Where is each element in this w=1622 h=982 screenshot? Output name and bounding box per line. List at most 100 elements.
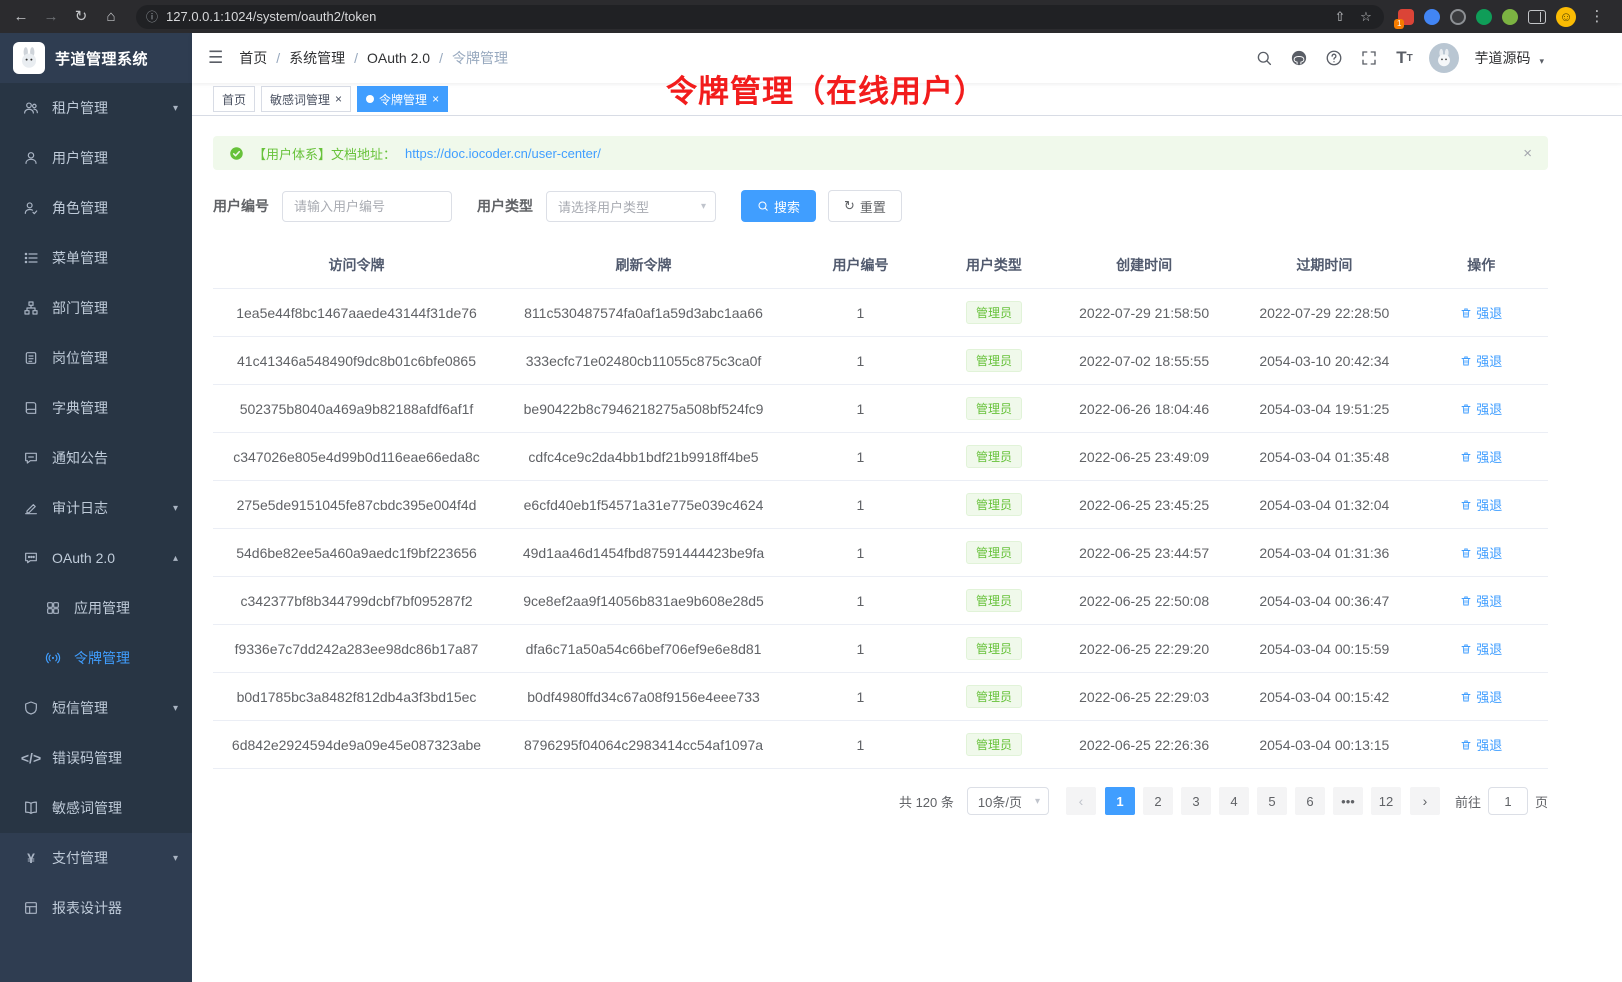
sidebar-item-oauth[interactable]: OAuth 2.0 ▴ <box>0 533 192 583</box>
sidebar-item-role[interactable]: 角色管理 <box>0 183 192 233</box>
action-cell: 强退 <box>1414 351 1548 370</box>
column-header: 访问令牌 <box>213 242 500 288</box>
sidebar-item-label: 部门管理 <box>52 298 178 318</box>
force-logout-button[interactable]: 强退 <box>1460 447 1502 466</box>
sidebar-item-sms[interactable]: 短信管理 ▾ <box>0 683 192 733</box>
sidebar-item-error-code[interactable]: </> 错误码管理 <box>0 733 192 783</box>
sidebar-item-menu[interactable]: 菜单管理 <box>0 233 192 283</box>
sidebar-item-post[interactable]: 岗位管理 <box>0 333 192 383</box>
access-token-cell: 6d842e2924594de9a09e45e087323abe <box>213 737 500 753</box>
refresh-token-cell: be90422b8c7946218275a508bf524fc9 <box>500 401 787 417</box>
sidebar-item-label: 支付管理 <box>52 848 173 868</box>
expire-time-cell: 2022-07-29 22:28:50 <box>1234 305 1414 321</box>
username[interactable]: 芋道源码 <box>1474 48 1530 68</box>
browser-forward-icon[interactable]: → <box>40 9 62 24</box>
action-cell: 强退 <box>1414 735 1548 754</box>
user-id-input[interactable] <box>282 191 452 222</box>
page-tab[interactable]: 令牌管理 × <box>357 86 448 112</box>
browser-refresh-icon[interactable]: ↻ <box>70 9 92 24</box>
breadcrumb-item[interactable]: OAuth 2.0 <box>367 50 430 66</box>
browser-back-icon[interactable]: ← <box>10 9 32 24</box>
extension-icon[interactable] <box>1476 9 1492 25</box>
page-size-select[interactable]: 10条/页 ▾ <box>967 787 1049 815</box>
sidebar-item-report-designer[interactable]: 报表设计器 <box>0 883 192 933</box>
browser-address-bar[interactable]: ⓘ 127.0.0.1:1024/system/oauth2/token ⇧ ☆ <box>136 5 1384 29</box>
app-title: 芋道管理系统 <box>55 48 148 69</box>
sidebar-item-label: 用户管理 <box>52 148 178 168</box>
sidebar-item-dictionary[interactable]: 字典管理 <box>0 383 192 433</box>
user-type-select[interactable]: 请选择用户类型 ▾ <box>546 191 716 222</box>
page-number-button[interactable]: 3 <box>1181 787 1211 815</box>
chevron-down-icon[interactable]: ▾ <box>1539 56 1544 73</box>
share-icon[interactable]: ⇧ <box>1332 10 1348 23</box>
help-icon[interactable] <box>1324 48 1344 68</box>
sidebar-item-user[interactable]: 用户管理 <box>0 133 192 183</box>
browser-profile-avatar[interactable]: ☺ <box>1556 7 1576 27</box>
browser-home-icon[interactable]: ⌂ <box>100 9 122 24</box>
page-number-button[interactable]: 6 <box>1295 787 1325 815</box>
sidebar-item-department[interactable]: 部门管理 <box>0 283 192 333</box>
force-logout-button[interactable]: 强退 <box>1460 591 1502 610</box>
reset-button[interactable]: ↻ 重置 <box>828 190 902 222</box>
force-logout-button[interactable]: 强退 <box>1460 399 1502 418</box>
page-number-button[interactable]: 2 <box>1143 787 1173 815</box>
sidebar-item-audit-log[interactable]: 审计日志 ▾ <box>0 483 192 533</box>
page-number-button[interactable]: 5 <box>1257 787 1287 815</box>
sidebar-item-notice[interactable]: 通知公告 <box>0 433 192 483</box>
page-tab[interactable]: 首页 <box>213 86 255 112</box>
breadcrumb-item[interactable]: 系统管理 <box>289 48 345 68</box>
github-icon[interactable] <box>1289 48 1309 68</box>
prev-page-button[interactable]: ‹ <box>1066 787 1096 815</box>
tab-close-icon[interactable]: × <box>432 93 439 105</box>
chevron-down-icon: ▾ <box>1035 796 1040 807</box>
force-logout-button[interactable]: 强退 <box>1460 543 1502 562</box>
extension-icon[interactable] <box>1424 9 1440 25</box>
browser-menu-icon[interactable]: ⋮ <box>1586 9 1608 24</box>
expire-time-cell: 2054-03-04 00:36:47 <box>1234 593 1414 609</box>
app-logo[interactable]: 芋道管理系统 <box>0 33 192 83</box>
search-button[interactable]: 搜索 <box>741 190 816 222</box>
action-cell: 强退 <box>1414 495 1548 514</box>
sidebar-item-label: OAuth 2.0 <box>52 550 173 566</box>
alert-close-icon[interactable]: × <box>1523 145 1532 162</box>
tab-close-icon[interactable]: × <box>335 93 342 105</box>
user-avatar[interactable] <box>1429 43 1459 73</box>
sidebar-item-token[interactable]: 令牌管理 <box>0 633 192 683</box>
page-number-button[interactable]: 12 <box>1371 787 1401 815</box>
extension-icon[interactable] <box>1450 9 1466 25</box>
breadcrumb-item[interactable]: 首页 <box>239 48 267 68</box>
create-time-cell: 2022-06-25 23:45:25 <box>1054 497 1234 513</box>
page-tab[interactable]: 敏感词管理 × <box>261 86 351 112</box>
split-view-icon[interactable] <box>1528 10 1546 24</box>
search-icon[interactable] <box>1254 48 1274 68</box>
expire-time-cell: 2054-03-04 01:31:36 <box>1234 545 1414 561</box>
sidebar-item-sensitive-word[interactable]: 敏感词管理 <box>0 783 192 833</box>
extension-icon[interactable]: 1 <box>1398 9 1414 25</box>
next-page-button[interactable]: › <box>1410 787 1440 815</box>
force-logout-button[interactable]: 强退 <box>1460 735 1502 754</box>
force-logout-button[interactable]: 强退 <box>1460 639 1502 658</box>
page-number-button[interactable]: ••• <box>1333 787 1363 815</box>
alert-doc-link[interactable]: https://doc.iocoder.cn/user-center/ <box>405 146 601 161</box>
extension-icon[interactable] <box>1502 9 1518 25</box>
sidebar-item-tenant[interactable]: 租户管理 ▾ <box>0 83 192 133</box>
bookmark-star-icon[interactable]: ☆ <box>1358 10 1374 23</box>
sidebar-item-application[interactable]: 应用管理 <box>0 583 192 633</box>
sidebar-item-payment[interactable]: ¥ 支付管理 ▾ <box>0 833 192 883</box>
create-time-cell: 2022-06-25 22:29:20 <box>1054 641 1234 657</box>
force-logout-button[interactable]: 强退 <box>1460 687 1502 706</box>
trash-icon <box>1460 403 1472 415</box>
table-row: 6d842e2924594de9a09e45e087323abe 8796295… <box>213 721 1548 769</box>
page-number-button[interactable]: 1 <box>1105 787 1135 815</box>
force-logout-button[interactable]: 强退 <box>1460 495 1502 514</box>
sidebar-toggle-icon[interactable]: ☰ <box>208 48 223 68</box>
role-icon <box>20 200 42 216</box>
site-info-icon[interactable]: ⓘ <box>146 8 158 25</box>
goto-page-input[interactable] <box>1488 787 1528 815</box>
fullscreen-icon[interactable] <box>1359 48 1379 68</box>
force-logout-button[interactable]: 强退 <box>1460 303 1502 322</box>
force-logout-button[interactable]: 强退 <box>1460 351 1502 370</box>
tab-label: 首页 <box>222 91 246 108</box>
page-number-button[interactable]: 4 <box>1219 787 1249 815</box>
font-size-icon[interactable]: TT <box>1394 48 1414 68</box>
